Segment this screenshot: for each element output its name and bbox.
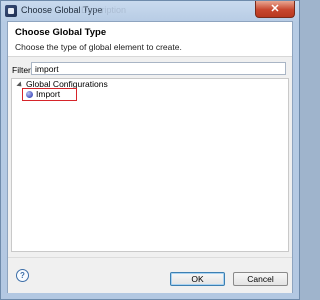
cancel-button[interactable]: Cancel: [233, 272, 288, 286]
tree-item-import[interactable]: Import: [36, 89, 60, 99]
app-icon: [5, 5, 17, 17]
dialog-header: Choose Global Type Choose the type of gl…: [8, 22, 292, 57]
dialog-window: Choose Global Type Description ✕ Choose …: [0, 0, 300, 300]
help-icon[interactable]: ?: [16, 269, 29, 282]
dialog-footer: ? OK Cancel: [8, 257, 292, 293]
type-tree[interactable]: Global Configurations Import: [11, 78, 289, 252]
dialog-client-area: Choose Global Type Choose the type of gl…: [7, 21, 293, 293]
background-window-text: Description: [81, 5, 127, 15]
close-icon: ✕: [270, 3, 280, 15]
title-bar[interactable]: Choose Global Type Description ✕: [1, 1, 299, 21]
close-button[interactable]: ✕: [255, 1, 295, 18]
header-description: Choose the type of global element to cre…: [15, 42, 182, 52]
header-title: Choose Global Type: [15, 27, 107, 38]
dialog-body: Filter: Global Configurations Import: [8, 57, 292, 257]
import-icon: [26, 91, 33, 98]
ok-button[interactable]: OK: [170, 272, 225, 286]
filter-input[interactable]: [31, 62, 286, 75]
